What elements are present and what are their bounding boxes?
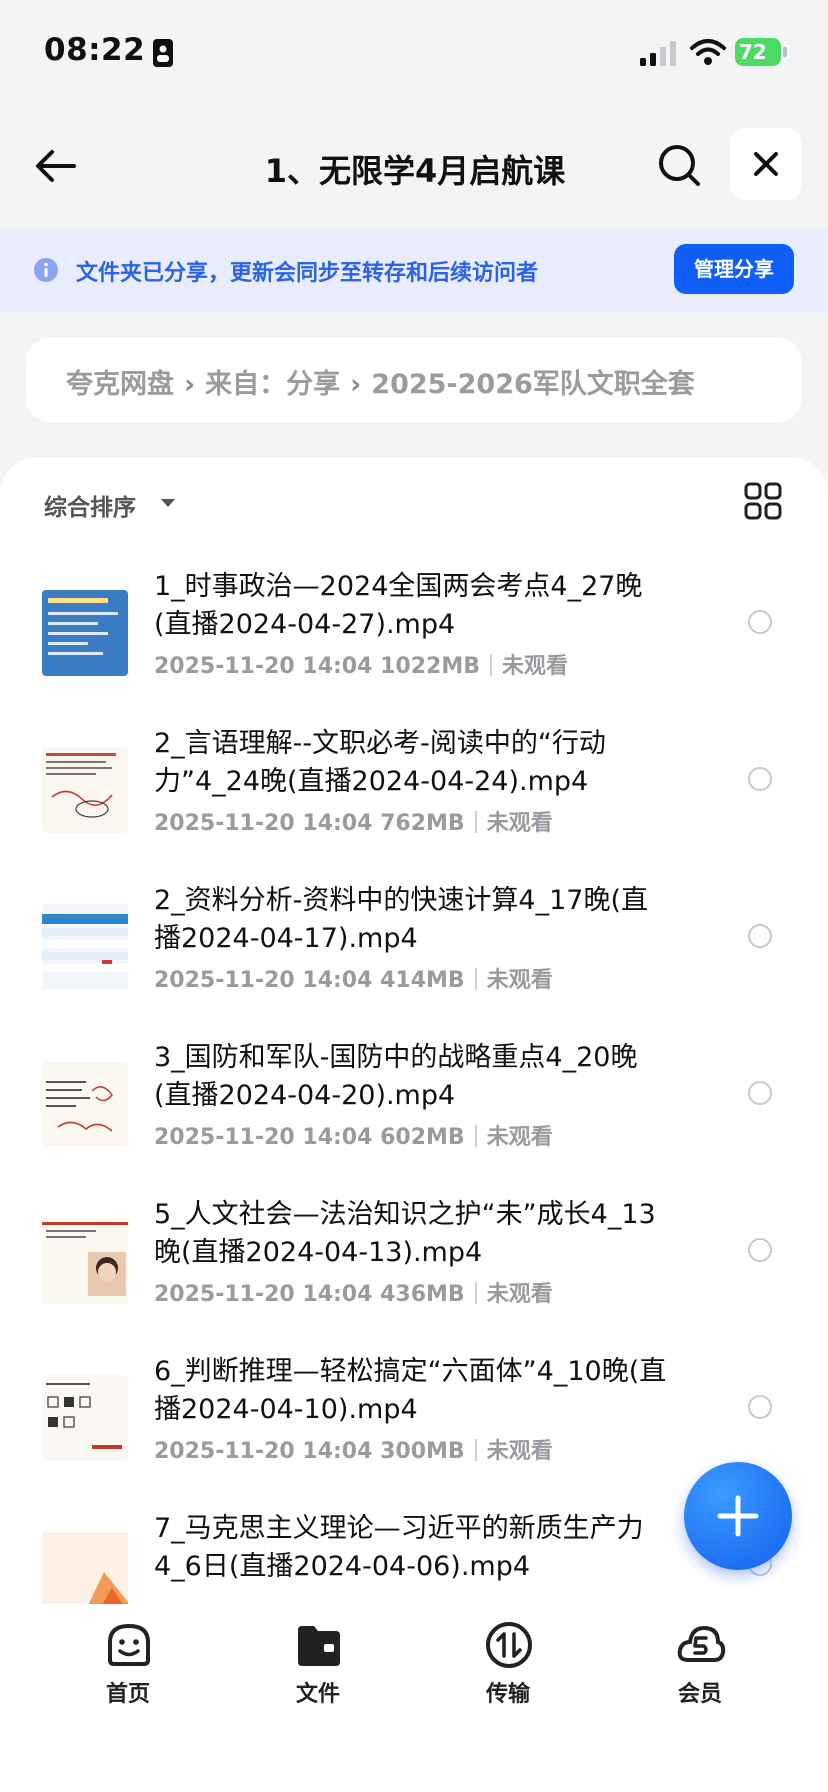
tab-home[interactable]: 首页 <box>68 1620 188 1710</box>
close-icon <box>754 152 778 176</box>
page-title: 1、无限学4月启航课 <box>264 152 566 190</box>
file-name: 5_人文社会—法治知识之护“未”成长4_13晚(直播2024-04-13).mp… <box>154 1199 656 1268</box>
file-size: 762MB <box>380 811 465 836</box>
watch-status: 未观看 <box>486 1125 553 1150</box>
file-date: 2025-11-20 14:04 <box>154 811 373 836</box>
cellular-signal-icon <box>640 41 676 66</box>
add-button[interactable] <box>684 1462 792 1570</box>
breadcrumb-item-folder[interactable]: 2025-2026军队文职全套 <box>371 369 695 400</box>
breadcrumb-item-share[interactable]: 来自：分享 <box>205 369 340 400</box>
file-name: 7_马克思主义理论—习近平的新质生产力4_6日(直播2024-04-06).mp… <box>154 1513 644 1582</box>
file-size: 602MB <box>380 1125 465 1150</box>
vip-cloud-icon <box>677 1625 726 1662</box>
video-thumbnail <box>42 1061 128 1147</box>
chevron-right-icon: › <box>184 369 196 400</box>
battery-level: 72 <box>739 40 767 64</box>
select-radio[interactable] <box>748 1395 772 1419</box>
video-thumbnail <box>42 590 128 676</box>
file-row[interactable]: 3_国防和军队-国防中的战略重点4_20晚(直播2024-04-20).mp4 … <box>0 1039 828 1196</box>
file-date: 2025-11-20 14:04 <box>154 1125 373 1150</box>
file-list: 1_时事政治—2024全国两会考点4_27晚(直播2024-04-27).mp4… <box>0 568 828 1608</box>
status-time: 08:22 <box>44 32 146 68</box>
file-size: 436MB <box>380 1282 465 1307</box>
file-date: 2025-11-20 14:04 <box>154 968 373 993</box>
file-meta: 2025-11-20 14:04 602MB 未观看 <box>154 1119 553 1151</box>
select-radio[interactable] <box>748 1238 772 1262</box>
file-date: 2025-11-20 14:04 <box>154 654 373 679</box>
file-meta: 2025-11-20 14:04 436MB 未观看 <box>154 1276 553 1308</box>
close-button[interactable] <box>730 128 802 200</box>
tab-label: 首页 <box>105 1682 150 1707</box>
video-thumbnail <box>42 747 128 833</box>
smile-face-icon <box>108 1623 150 1666</box>
file-name: 6_判断推理—轻松搞定“六面体”4_10晚(直播2024-04-10).mp4 <box>154 1356 667 1425</box>
tab-vip[interactable]: 会员 <box>640 1620 760 1710</box>
file-size: 1022MB <box>380 654 480 679</box>
video-thumbnail <box>42 904 128 990</box>
status-bar: 08:22 72 <box>0 0 828 100</box>
breadcrumb: 夸克网盘 › 来自：分享 › 2025-2026军队文职全套 <box>26 338 802 422</box>
watch-status: 未观看 <box>486 1439 553 1464</box>
file-date: 2025-11-20 14:04 <box>154 1439 373 1464</box>
file-name: 1_时事政治—2024全国两会考点4_27晚(直播2024-04-27).mp4 <box>154 571 643 640</box>
select-radio[interactable] <box>748 767 772 791</box>
caret-down-icon[interactable] <box>160 498 176 508</box>
manage-share-button[interactable]: 管理分享 <box>674 244 794 294</box>
file-size: 414MB <box>380 968 465 993</box>
file-meta: 2025-11-20 14:04 1022MB 未观看 <box>154 648 568 680</box>
select-radio[interactable] <box>748 610 772 634</box>
chevron-right-icon: › <box>350 369 362 400</box>
info-icon <box>34 258 58 282</box>
tab-label: 会员 <box>677 1682 722 1707</box>
watch-status: 未观看 <box>502 654 569 679</box>
file-size: 300MB <box>380 1439 465 1464</box>
watch-status: 未观看 <box>486 1282 553 1307</box>
watch-status: 未观看 <box>486 811 553 836</box>
file-name: 2_言语理解--文职必考-阅读中的“行动力”4_24晚(直播2024-04-24… <box>154 728 606 797</box>
video-thumbnail <box>42 1218 128 1304</box>
select-radio[interactable] <box>748 1081 772 1105</box>
tab-label: 文件 <box>295 1682 340 1707</box>
share-notice-text: 文件夹已分享，更新会同步至转存和后续访问者 <box>76 261 539 286</box>
search-icon[interactable] <box>656 142 702 188</box>
file-row[interactable]: 1_时事政治—2024全国两会考点4_27晚(直播2024-04-27).mp4… <box>0 568 828 725</box>
grid-view-icon[interactable] <box>744 482 782 520</box>
tab-transfer[interactable]: 传输 <box>448 1620 568 1710</box>
breadcrumb-item-root[interactable]: 夸克网盘 <box>66 369 174 400</box>
wifi-icon <box>690 39 726 65</box>
file-name: 2_资料分析-资料中的快速计算4_17晚(直播2024-04-17).mp4 <box>154 885 648 954</box>
tab-label: 传输 <box>485 1682 530 1707</box>
file-row[interactable]: 5_人文社会—法治知识之护“未”成长4_13晚(直播2024-04-13).mp… <box>0 1196 828 1353</box>
video-thumbnail <box>42 1375 128 1461</box>
back-arrow-icon[interactable] <box>34 144 78 188</box>
file-meta: 2025-11-20 14:04 762MB 未观看 <box>154 805 553 837</box>
bottom-tab-bar: 首页 文件 传输 会员 <box>0 1604 828 1792</box>
focus-mode-icon <box>153 39 173 67</box>
watch-status: 未观看 <box>486 968 553 993</box>
tab-files[interactable]: 文件 <box>258 1620 378 1710</box>
nav-bar: 1、无限学4月启航课 <box>0 110 828 220</box>
transfer-icon <box>486 1622 532 1668</box>
file-meta: 2025-11-20 14:04 414MB 未观看 <box>154 962 553 994</box>
plus-icon <box>717 1495 759 1537</box>
file-row[interactable]: 2_言语理解--文职必考-阅读中的“行动力”4_24晚(直播2024-04-24… <box>0 725 828 882</box>
sort-dropdown[interactable]: 综合排序 <box>44 488 136 522</box>
file-meta: 2025-11-20 14:04 300MB 未观看 <box>154 1433 553 1465</box>
video-thumbnail <box>42 1532 128 1608</box>
file-date: 2025-11-20 14:04 <box>154 1282 373 1307</box>
file-name: 3_国防和军队-国防中的战略重点4_20晚(直播2024-04-20).mp4 <box>154 1042 638 1111</box>
battery-indicator: 72 <box>735 38 787 66</box>
file-row[interactable]: 2_资料分析-资料中的快速计算4_17晚(直播2024-04-17).mp4 2… <box>0 882 828 1039</box>
file-list-panel: 综合排序 1_时事政治—2024全国两会考点4_27晚(直播2024-04-27… <box>0 458 828 1608</box>
select-radio[interactable] <box>748 924 772 948</box>
folder-icon <box>298 1626 340 1666</box>
share-banner: 文件夹已分享，更新会同步至转存和后续访问者 管理分享 <box>0 228 828 312</box>
